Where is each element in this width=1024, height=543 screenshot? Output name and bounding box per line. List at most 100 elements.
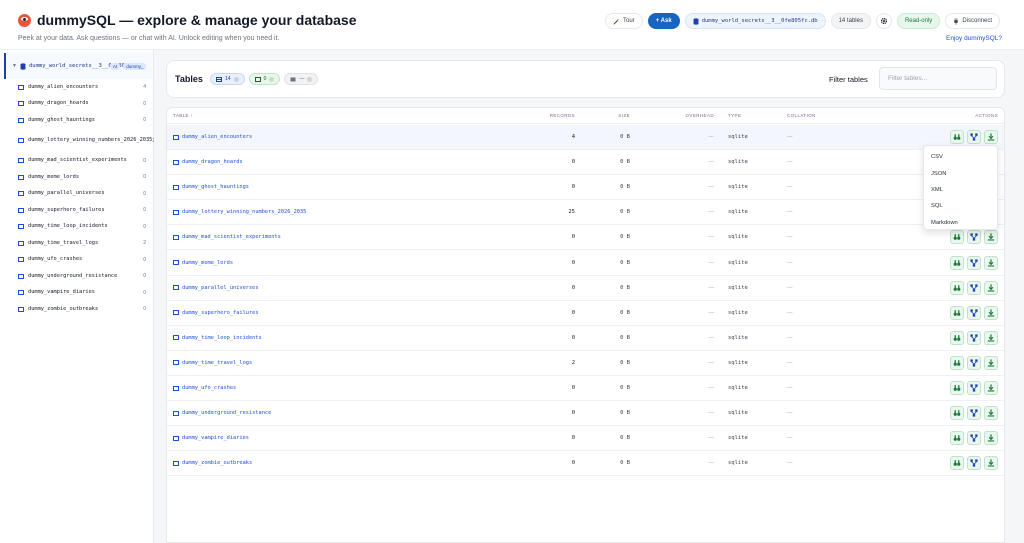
chip-tables[interactable]: 14 bbox=[210, 73, 245, 85]
settings-button[interactable] bbox=[875, 13, 892, 29]
browse-button[interactable] bbox=[950, 431, 964, 446]
sidebar-item[interactable]: dummy_lottery_winning_numbers_2026_20352… bbox=[4, 129, 158, 153]
col-overhead[interactable]: OVERHEAD bbox=[167, 113, 714, 118]
browse-button[interactable] bbox=[950, 130, 964, 144]
col-collation[interactable]: COLLATION bbox=[787, 113, 816, 118]
browse-button[interactable] bbox=[950, 381, 964, 395]
brand: dummySQL — explore & manage your databas… bbox=[18, 12, 357, 28]
table-icon bbox=[18, 224, 24, 230]
browse-button[interactable] bbox=[950, 280, 964, 295]
enjoy-link[interactable]: Enjoy dummySQL? bbox=[946, 35, 1002, 42]
structure-button[interactable] bbox=[967, 406, 981, 421]
browse-button[interactable] bbox=[950, 230, 964, 245]
sidebar-item[interactable]: dummy_time_loop_incidents 0 bbox=[4, 219, 153, 236]
sidebar-item[interactable]: dummy_parallel_universes 0 bbox=[4, 186, 153, 203]
table-row[interactable]: dummy_alien_encounters 4 0 B — sqlite — bbox=[167, 125, 1004, 150]
structure-icon bbox=[970, 334, 978, 342]
sidebar-database[interactable]: ▼ dummy_world_secrets__3__0fe805fc.db AI… bbox=[4, 53, 153, 79]
table-row[interactable]: dummy_zombie_outbreaks 0 0 B — sqlite — bbox=[167, 451, 1004, 477]
export-button[interactable] bbox=[984, 355, 998, 370]
table-row[interactable]: dummy_dragon_hoards 0 0 B — sqlite — bbox=[167, 150, 1004, 176]
sidebar-item[interactable]: dummy_mad_scientist_experiments 0 bbox=[4, 153, 153, 170]
table-icon bbox=[18, 273, 24, 279]
table-row[interactable]: dummy_ghost_hauntings 0 0 B — sqlite — bbox=[167, 175, 1004, 201]
row-actions bbox=[950, 381, 998, 395]
export-button[interactable] bbox=[984, 406, 998, 421]
browse-button[interactable] bbox=[950, 255, 964, 270]
structure-button[interactable] bbox=[967, 305, 981, 320]
structure-button[interactable] bbox=[967, 230, 981, 245]
table-row[interactable]: dummy_vampire_diaries 0 0 B — sqlite — bbox=[167, 426, 1004, 452]
browse-button[interactable] bbox=[950, 456, 964, 471]
export-button[interactable] bbox=[984, 456, 998, 471]
disconnect-button[interactable]: Disconnect bbox=[945, 13, 1000, 29]
structure-button[interactable] bbox=[967, 355, 981, 370]
browse-button[interactable] bbox=[950, 330, 964, 345]
export-button[interactable] bbox=[984, 330, 998, 345]
sidebar-item-label: dummy_meme_lords bbox=[28, 173, 80, 180]
download-icon bbox=[987, 359, 995, 367]
sidebar-item[interactable]: dummy_ghost_hauntings 0 bbox=[4, 112, 153, 129]
filter-tables-input[interactable] bbox=[879, 67, 997, 90]
ask-button[interactable]: + Ask bbox=[647, 13, 680, 29]
tour-button[interactable]: Tour bbox=[605, 13, 643, 29]
sidebar-item-count: 0 bbox=[143, 207, 146, 214]
export-menu-item[interactable]: CSV bbox=[924, 149, 997, 165]
sidebar-item[interactable]: dummy_vampire_diaries 0 bbox=[4, 285, 153, 302]
chip-other[interactable]: — bbox=[284, 73, 319, 85]
table-row[interactable]: dummy_underground_resistance 0 0 B — sqlite — bbox=[167, 401, 1004, 427]
row-collation: — bbox=[787, 385, 793, 391]
info-icon bbox=[233, 76, 239, 82]
browse-button[interactable] bbox=[950, 406, 964, 421]
chip-views[interactable]: 0 bbox=[248, 73, 281, 85]
col-type[interactable]: TYPE bbox=[728, 113, 741, 118]
export-button[interactable] bbox=[984, 230, 998, 245]
table-row[interactable]: dummy_time_loop_incidents 0 0 B — sqlite — bbox=[167, 326, 1004, 351]
sidebar-item[interactable]: dummy_alien_encounters 4 bbox=[4, 79, 153, 96]
sidebar-item[interactable]: dummy_zombie_outbreaks 0 bbox=[4, 301, 153, 318]
sidebar-item[interactable]: dummy_dragon_hoards 0 bbox=[4, 96, 153, 113]
sidebar-item[interactable]: dummy_ufo_crashes 0 bbox=[4, 252, 153, 269]
export-button[interactable] bbox=[984, 305, 998, 320]
row-type: sqlite bbox=[728, 410, 748, 417]
export-button[interactable] bbox=[984, 431, 998, 446]
download-icon bbox=[987, 233, 995, 241]
sidebar-item[interactable]: dummy_superhero_failures 0 bbox=[4, 202, 153, 219]
binoculars-icon bbox=[953, 233, 961, 241]
browse-button[interactable] bbox=[950, 355, 964, 370]
structure-button[interactable] bbox=[967, 330, 981, 345]
table-row[interactable]: dummy_parallel_universes 0 0 B — sqlite — bbox=[167, 276, 1004, 301]
sidebar-item[interactable]: dummy_meme_lords 0 bbox=[4, 169, 153, 186]
row-overhead: — bbox=[708, 209, 715, 216]
browse-button[interactable] bbox=[950, 305, 964, 320]
export-menu-item[interactable]: JSON bbox=[924, 165, 997, 181]
db-file-badge[interactable]: dummy_world_secrets__3__0fe805fc.db bbox=[684, 13, 826, 29]
sidebar-item[interactable]: dummy_time_travel_logs 2 bbox=[4, 235, 153, 252]
export-button[interactable] bbox=[984, 280, 998, 295]
binoculars-icon bbox=[953, 459, 961, 467]
readonly-badge[interactable]: Read-only bbox=[896, 13, 941, 29]
structure-button[interactable] bbox=[967, 255, 981, 270]
table-row[interactable]: dummy_time_travel_logs 2 0 B — sqlite — bbox=[167, 351, 1004, 376]
structure-button[interactable] bbox=[967, 431, 981, 446]
export-menu-item[interactable]: SQL bbox=[924, 198, 997, 214]
table-row[interactable]: dummy_lottery_winning_numbers_2026_2035 2… bbox=[167, 200, 1004, 226]
table-row[interactable]: dummy_ufo_crashes 0 0 B — sqlite — bbox=[167, 376, 1004, 401]
export-menu-item[interactable]: Markdown bbox=[924, 215, 997, 231]
dummy-tag: dummy_ bbox=[123, 62, 147, 70]
structure-button[interactable] bbox=[967, 456, 981, 471]
table-row[interactable]: dummy_superhero_failures 0 0 B — sqlite — bbox=[167, 301, 1004, 326]
sidebar-item[interactable]: dummy_underground_resistance 0 bbox=[4, 268, 153, 285]
table-row[interactable]: dummy_mad_scientist_experiments 0 0 B — sqli… bbox=[167, 225, 1004, 251]
structure-button[interactable] bbox=[967, 280, 981, 295]
caret-down-icon[interactable]: ▼ bbox=[12, 63, 17, 69]
export-button[interactable] bbox=[984, 130, 998, 144]
sidebar-item-label: dummy_time_travel_logs bbox=[28, 239, 99, 246]
export-button[interactable] bbox=[984, 255, 998, 270]
sidebar-item-label: dummy_zombie_outbreaks bbox=[28, 305, 99, 312]
export-button[interactable] bbox=[984, 381, 998, 395]
structure-button[interactable] bbox=[967, 381, 981, 395]
export-menu-item[interactable]: XML bbox=[924, 182, 997, 198]
table-row[interactable]: dummy_meme_lords 0 0 B — sqlite — bbox=[167, 251, 1004, 276]
structure-button[interactable] bbox=[967, 130, 981, 144]
